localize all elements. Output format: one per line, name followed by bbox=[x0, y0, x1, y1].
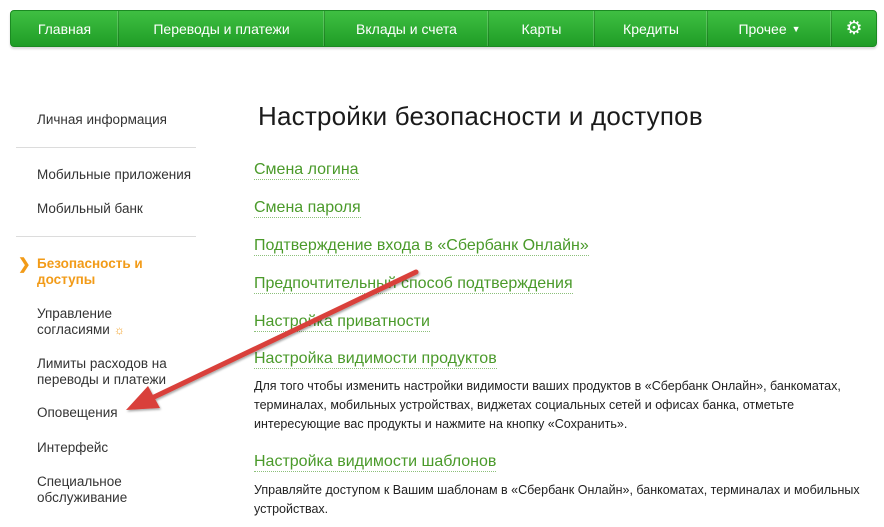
nav-item-label: Карты bbox=[521, 20, 562, 37]
new-indicator-icon: ☼ bbox=[113, 323, 125, 337]
nav-item-more[interactable]: Прочее ▼ bbox=[708, 11, 832, 46]
products-visibility-description: Для того чтобы изменить настройки видимо… bbox=[254, 377, 874, 434]
sidebar-item-label: Лимиты расходов на bbox=[37, 356, 167, 371]
sidebar-divider bbox=[16, 147, 196, 148]
sidebar-item-consents[interactable]: Управление согласиями ☼ bbox=[37, 306, 125, 338]
nav-item-credits[interactable]: Кредиты bbox=[595, 11, 708, 46]
sidebar-item-special-service[interactable]: Специальное обслуживание bbox=[37, 474, 127, 506]
sidebar-item-label: согласиями bbox=[37, 322, 110, 337]
sidebar-divider bbox=[16, 236, 196, 237]
description-line: интересующие вас продукты и нажмите на к… bbox=[254, 417, 628, 431]
nav-item-label: Кредиты bbox=[623, 20, 679, 37]
nav-item-deposits[interactable]: Вклады и счета bbox=[325, 11, 489, 46]
change-password-link[interactable]: Смена пароля bbox=[254, 198, 361, 218]
sidebar-item-label: Специальное bbox=[37, 474, 122, 489]
chevron-down-icon: ▼ bbox=[791, 23, 801, 34]
description-line: устройствах. bbox=[254, 502, 329, 516]
sidebar-item-limits[interactable]: Лимиты расходов на переводы и платежи bbox=[37, 356, 167, 388]
sidebar-item-mobile-bank[interactable]: Мобильный банк bbox=[37, 201, 143, 217]
nav-item-label: Переводы и платежи bbox=[153, 20, 290, 37]
sidebar-item-label: обслуживание bbox=[37, 490, 128, 505]
gear-icon: ⚙ bbox=[845, 18, 863, 39]
sidebar-item-security[interactable]: Безопасность и доступы bbox=[37, 256, 143, 288]
privacy-settings-link[interactable]: Настройка приватности bbox=[254, 312, 430, 332]
nav-item-home[interactable]: Главная bbox=[11, 11, 119, 46]
sidebar-item-interface[interactable]: Интерфейс bbox=[37, 440, 108, 456]
sidebar-item-personal-info[interactable]: Личная информация bbox=[37, 112, 167, 128]
preferred-confirmation-link[interactable]: Предпочтительный способ подтверждения bbox=[254, 274, 573, 294]
nav-item-label: Главная bbox=[37, 20, 92, 37]
nav-item-label: Вклады и счета bbox=[356, 20, 457, 37]
settings-button[interactable]: ⚙ bbox=[832, 11, 876, 46]
sidebar-item-label: Безопасность и bbox=[37, 256, 143, 271]
products-visibility-link[interactable]: Настройка видимости продуктов bbox=[254, 349, 497, 369]
arrow-head bbox=[126, 386, 160, 410]
templates-visibility-description: Управляйте доступом к Вашим шаблонам в «… bbox=[254, 481, 874, 519]
login-confirmation-link[interactable]: Подтверждение входа в «Сбербанк Онлайн» bbox=[254, 236, 589, 256]
sidebar-item-mobile-apps[interactable]: Мобильные приложения bbox=[37, 167, 191, 183]
page-title: Настройки безопасности и доступов bbox=[258, 101, 703, 131]
sidebar-item-label: переводы и платежи bbox=[37, 372, 167, 387]
nav-item-cards[interactable]: Карты bbox=[489, 11, 595, 46]
templates-visibility-link[interactable]: Настройка видимости шаблонов bbox=[254, 452, 497, 472]
nav-item-label: Прочее bbox=[738, 20, 787, 37]
sidebar-item-label: Управление bbox=[37, 306, 113, 321]
description-line: терминалах, мобильных устройствах, видже… bbox=[254, 398, 795, 412]
main-navigation: Главная Переводы и платежи Вклады и счет… bbox=[10, 10, 877, 47]
chevron-right-icon: ❯ bbox=[18, 256, 31, 273]
change-login-link[interactable]: Смена логина bbox=[254, 160, 359, 180]
sidebar-item-label: доступы bbox=[37, 272, 96, 287]
description-line: Для того чтобы изменить настройки видимо… bbox=[254, 379, 841, 393]
sidebar-item-notifications[interactable]: Оповещения bbox=[37, 405, 118, 421]
description-line: Управляйте доступом к Вашим шаблонам в «… bbox=[254, 483, 860, 497]
nav-item-transfers[interactable]: Переводы и платежи bbox=[119, 11, 325, 46]
